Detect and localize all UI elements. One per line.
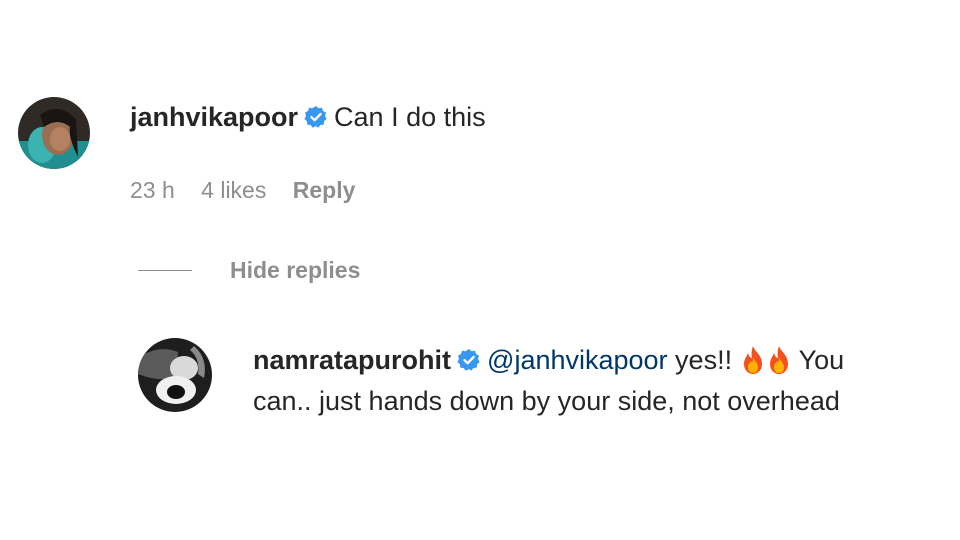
reply-text-tail: You [791, 345, 845, 375]
hide-replies-button[interactable]: Hide replies [138, 255, 360, 285]
comment-text: Can I do this [334, 102, 486, 132]
divider-line [138, 269, 192, 271]
profile-photo-icon [18, 97, 90, 169]
reply-line-1: namratapurohit @janhvikapoor yes!! You [253, 343, 844, 377]
reply-text: yes!! [667, 345, 740, 375]
namratapurohit-avatar[interactable] [138, 338, 212, 412]
fire-icon [766, 345, 792, 375]
fire-icon [740, 345, 766, 375]
verified-badge-icon [304, 105, 328, 129]
comment-username[interactable]: janhvikapoor [130, 102, 298, 132]
janhvikapoor-avatar[interactable] [18, 97, 90, 169]
comment-line: janhvikapoor Can I do this [130, 100, 486, 134]
profile-photo-icon [138, 338, 212, 412]
mention-link[interactable]: @janhvikapoor [487, 345, 668, 375]
comment-thread: janhvikapoor Can I do this 23 h 4 likes R… [0, 0, 960, 540]
reply-button[interactable]: Reply [293, 177, 356, 203]
comment-time: 23 h [130, 177, 175, 203]
hide-replies-label: Hide replies [230, 256, 361, 283]
verified-badge-icon [457, 348, 481, 372]
reply-line-2: can.. just hands down by your side, not … [253, 386, 840, 416]
comment-likes[interactable]: 4 likes [201, 177, 266, 203]
reply-username[interactable]: namratapurohit [253, 345, 451, 375]
comment-meta: 23 h 4 likes Reply [130, 175, 375, 205]
